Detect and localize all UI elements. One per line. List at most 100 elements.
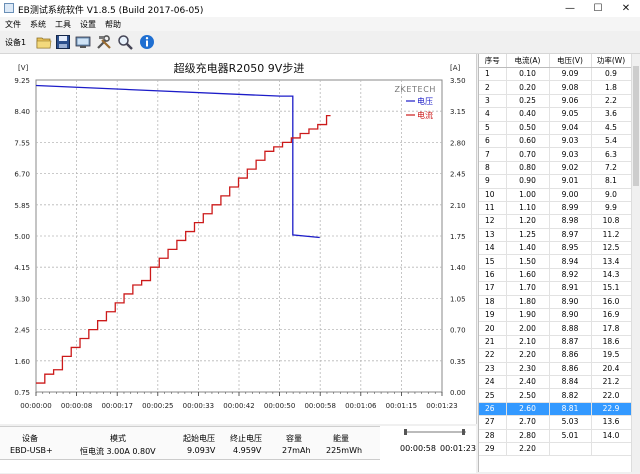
- table-cell: 2.20: [506, 442, 550, 457]
- open-folder-icon[interactable]: [36, 34, 52, 50]
- table-row[interactable]: 4 0.40 9.05 3.6: [479, 107, 632, 122]
- table-row[interactable]: 18 1.80 8.90 16.0: [479, 295, 632, 310]
- table-row[interactable]: 26 2.60 8.81 22.9: [479, 402, 632, 417]
- table-row[interactable]: 29 2.20: [479, 442, 632, 457]
- table-cell: 27: [479, 415, 507, 430]
- table-row[interactable]: 13 1.25 8.97 11.2: [479, 228, 632, 243]
- menu-file[interactable]: 文件: [5, 19, 21, 30]
- table-row[interactable]: 16 1.60 8.92 14.3: [479, 268, 632, 283]
- menu-help[interactable]: 帮助: [105, 19, 121, 30]
- table-cell: 10: [479, 188, 507, 202]
- table-cell: 5: [479, 121, 507, 135]
- table-cell: 1.90: [506, 308, 550, 323]
- info-icon[interactable]: [139, 34, 155, 50]
- table-cell: 21.2: [591, 375, 632, 390]
- table-row[interactable]: 2 0.20 9.08 1.8: [479, 80, 632, 95]
- table-cell: 1.40: [506, 241, 550, 256]
- monitor-icon[interactable]: [75, 34, 91, 50]
- table-row[interactable]: 5 0.50 9.04 4.5: [479, 121, 632, 135]
- chart: 00:00:00 00:00:08 00:00:17 00:00:25 00:00:33…: [14, 61, 466, 410]
- x-tick-label: 00:00:33: [183, 402, 214, 410]
- table-row[interactable]: 3 0.25 9.06 2.2: [479, 94, 632, 109]
- table-row[interactable]: 25 2.50 8.82 22.0: [479, 388, 632, 403]
- x-tick-label: 00:00:50: [264, 402, 295, 410]
- menu-settings[interactable]: 设置: [80, 19, 96, 30]
- table-cell: 8.86: [549, 348, 592, 363]
- chart-panel: 00:00:00 00:00:08 00:00:17 00:00:25 00:00:33…: [0, 54, 477, 424]
- table-cell: 2.60: [506, 402, 550, 417]
- table-cell: 16.0: [591, 295, 632, 310]
- table-row[interactable]: 27 2.70 5.03 13.6: [479, 415, 632, 430]
- table-cell: 17: [479, 281, 507, 296]
- search-icon[interactable]: [117, 34, 133, 50]
- menu-system[interactable]: 系统: [30, 19, 46, 30]
- table-row[interactable]: 14 1.40 8.95 12.5: [479, 241, 632, 256]
- table-cell: 7.2: [591, 161, 632, 176]
- table-cell: 13.6: [591, 415, 632, 430]
- tools-icon[interactable]: [96, 34, 112, 50]
- table-scrollbar[interactable]: [631, 54, 640, 472]
- y-left-tick-label: 2.45: [14, 327, 30, 335]
- table-row[interactable]: 22 2.20 8.86 19.5: [479, 348, 632, 363]
- table-cell: 14.0: [591, 429, 632, 443]
- table-row[interactable]: 19 1.90 8.90 16.9: [479, 308, 632, 323]
- table-cell: 0.50: [506, 121, 550, 135]
- table-cell: 2.00: [506, 321, 550, 336]
- table-row[interactable]: 24 2.40 8.84 21.2: [479, 375, 632, 390]
- save-disk-icon[interactable]: [55, 34, 71, 50]
- table-row[interactable]: 6 0.60 9.03 5.4: [479, 134, 632, 149]
- table-header-2[interactable]: 电压(V): [549, 54, 592, 68]
- table-row[interactable]: 10 1.00 9.00 9.0: [479, 188, 632, 202]
- table-cell: 6: [479, 134, 507, 149]
- time-range-start: 00:00:58: [400, 444, 436, 453]
- table-cell: 5.4: [591, 134, 632, 149]
- table-cell: 10.8: [591, 214, 632, 229]
- table-cell: 26: [479, 402, 507, 417]
- table-row[interactable]: 9 0.90 9.01 8.1: [479, 174, 632, 189]
- device-selector[interactable]: 设备1: [5, 37, 26, 48]
- table-cell: 16.9: [591, 308, 632, 323]
- menu-tools[interactable]: 工具: [55, 19, 71, 30]
- y-right-tick-label: 0.35: [450, 358, 466, 366]
- table-row[interactable]: 17 1.70 8.91 15.1: [479, 281, 632, 296]
- scrollbar-thumb[interactable]: [633, 66, 639, 186]
- table-header-3[interactable]: 功率(W): [591, 54, 632, 68]
- y-left-tick-label: 5.85: [14, 202, 30, 210]
- table-cell: 19.5: [591, 348, 632, 363]
- time-range-panel: 00:00:58 00:01:23: [380, 426, 476, 472]
- table-cell: 9.0: [591, 188, 632, 202]
- y-left-tick-label: 3.30: [14, 295, 30, 303]
- close-button[interactable]: ✕: [612, 0, 640, 17]
- table-cell: 13: [479, 228, 507, 243]
- table-row[interactable]: 23 2.30 8.86 20.4: [479, 362, 632, 376]
- table-cell: 9.06: [549, 94, 592, 109]
- table-row[interactable]: 7 0.70 9.03 6.3: [479, 147, 632, 162]
- table-row[interactable]: 12 1.20 8.98 10.8: [479, 214, 632, 229]
- table-cell: 11: [479, 201, 507, 216]
- table-row[interactable]: 8 0.80 9.02 7.2: [479, 161, 632, 176]
- y-right-tick-label: 1.40: [450, 264, 466, 272]
- x-tick-label: 00:00:42: [223, 402, 254, 410]
- table-row[interactable]: 11 1.10 8.99 9.9: [479, 201, 632, 216]
- table-cell: 18: [479, 295, 507, 310]
- table-cell: 8.86: [549, 362, 592, 376]
- table-row[interactable]: 1 0.10 9.09 0.9: [479, 67, 632, 82]
- maximize-button[interactable]: ☐: [584, 0, 612, 17]
- minimize-button[interactable]: —: [556, 0, 584, 17]
- table-header-0[interactable]: 序号: [479, 54, 507, 68]
- table-row[interactable]: 28 2.80 5.01 14.0: [479, 429, 632, 443]
- table-cell: 22.9: [591, 402, 632, 417]
- table-row[interactable]: 21 2.10 8.87 18.6: [479, 335, 632, 350]
- table-row[interactable]: 20 2.00 8.88 17.8: [479, 321, 632, 336]
- y-left-tick-label: 6.70: [14, 171, 30, 179]
- table-cell: 0.90: [506, 174, 550, 189]
- table-cell: 1.70: [506, 281, 550, 296]
- table-cell: 5.01: [549, 429, 592, 443]
- title-bar: EB测试系统软件 V1.8.5 (Build 2017-06-05) — ☐ ✕: [0, 0, 640, 18]
- table-header-1[interactable]: 电流(A): [506, 54, 550, 68]
- right-axis-unit: [A]: [450, 64, 461, 72]
- table-cell: 0.40: [506, 107, 550, 122]
- table-row[interactable]: 15 1.50 8.94 13.4: [479, 254, 632, 269]
- data-table-panel: 序号 电流(A) 电压(V) 功率(W) 1 0.10 9.09 0.9 2 0.20 9.08 1…: [478, 54, 640, 472]
- table-cell: 18.6: [591, 335, 632, 350]
